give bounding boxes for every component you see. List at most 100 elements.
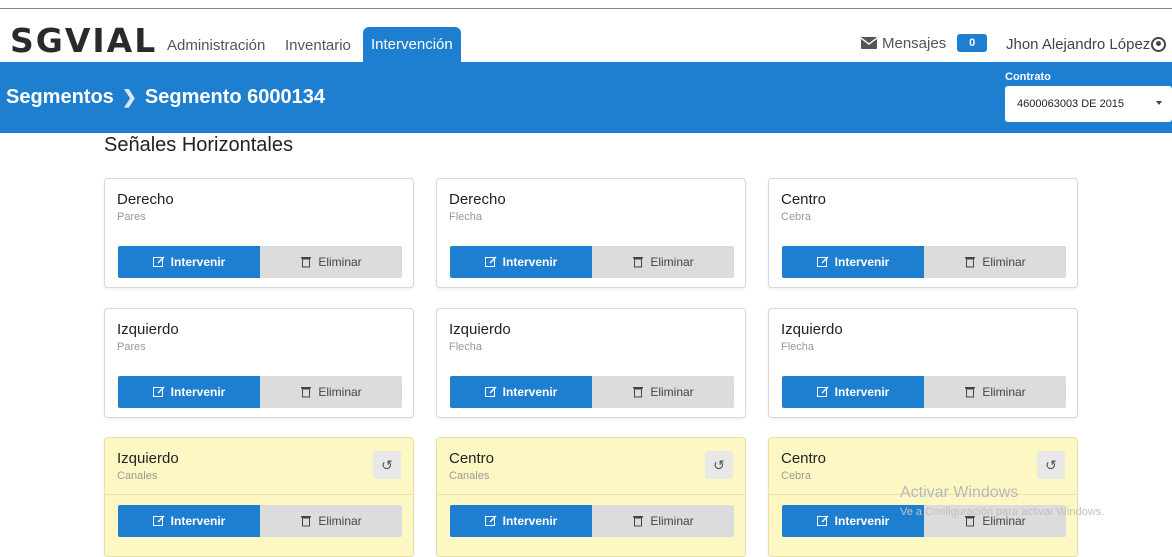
card-title: Centro: [781, 450, 827, 467]
signal-card: Izquierdo Pares Intervenir Eliminar: [104, 308, 414, 418]
intervene-label: Intervenir: [170, 385, 226, 399]
signal-card-pending: Izquierdo Canales ↺ Intervenir Eliminar: [104, 437, 414, 557]
edit-icon: [484, 256, 497, 267]
edit-icon: [484, 386, 497, 397]
trash-icon: [301, 257, 312, 268]
delete-button[interactable]: Eliminar: [260, 246, 402, 278]
card-subtitle: Canales: [117, 470, 158, 482]
envelope-icon: [861, 37, 877, 49]
card-subtitle: Pares: [117, 341, 146, 353]
intervene-label: Intervenir: [502, 385, 558, 399]
nav-administracion[interactable]: Administración: [167, 37, 265, 54]
card-subtitle: Cebra: [781, 211, 811, 223]
trash-icon: [633, 516, 644, 527]
nav-inventario[interactable]: Inventario: [285, 37, 351, 54]
caret-down-icon: [1156, 101, 1162, 105]
intervene-button[interactable]: Intervenir: [118, 505, 260, 537]
delete-button[interactable]: Eliminar: [260, 376, 402, 408]
card-divider: [105, 494, 413, 495]
intervene-label: Intervenir: [502, 255, 558, 269]
delete-label: Eliminar: [318, 255, 362, 269]
card-divider: [437, 494, 745, 495]
edit-icon: [484, 515, 497, 526]
trash-icon: [301, 387, 312, 398]
card-subtitle: Canales: [449, 470, 490, 482]
intervene-label: Intervenir: [834, 514, 890, 528]
app-logo[interactable]: SGVIAL: [10, 21, 157, 60]
card-title: Derecho: [117, 191, 174, 208]
messages-label: Mensajes: [882, 34, 947, 52]
intervene-button[interactable]: Intervenir: [782, 246, 924, 278]
user-circle-icon: [1151, 37, 1167, 52]
delete-label: Eliminar: [982, 255, 1026, 269]
signal-card: Izquierdo Flecha Intervenir Eliminar: [436, 308, 746, 418]
intervene-label: Intervenir: [834, 385, 890, 399]
undo-button[interactable]: ↺: [373, 451, 401, 479]
trash-icon: [965, 257, 976, 268]
delete-button[interactable]: Eliminar: [924, 246, 1066, 278]
edit-icon: [816, 256, 829, 267]
delete-label: Eliminar: [650, 514, 694, 528]
section-title: Señales Horizontales: [104, 134, 293, 156]
delete-label: Eliminar: [318, 514, 362, 528]
undo-button[interactable]: ↺: [705, 451, 733, 479]
signal-card: Izquierdo Flecha Intervenir Eliminar: [768, 308, 1078, 418]
undo-icon: ↺: [381, 456, 393, 473]
delete-button[interactable]: Eliminar: [260, 505, 402, 537]
delete-label: Eliminar: [650, 255, 694, 269]
contract-selected-value: 4600063003 DE 2015: [1017, 98, 1125, 110]
card-title: Centro: [449, 450, 495, 467]
intervene-label: Intervenir: [170, 255, 226, 269]
undo-button[interactable]: ↺: [1037, 451, 1065, 479]
messages-count-badge: 0: [957, 34, 988, 52]
contract-select[interactable]: 4600063003 DE 2015: [1005, 86, 1172, 122]
user-name: Jhon Alejandro López: [1006, 36, 1151, 53]
intervene-button[interactable]: Intervenir: [450, 376, 592, 408]
delete-button[interactable]: Eliminar: [592, 505, 734, 537]
intervene-button[interactable]: Intervenir: [450, 246, 592, 278]
intervene-button[interactable]: Intervenir: [118, 376, 260, 408]
card-subtitle: Flecha: [449, 341, 483, 353]
nav-intervencion[interactable]: Intervención: [363, 27, 461, 62]
breadcrumb: Segmentos ❯ Segmento 6000134: [6, 86, 325, 109]
delete-label: Eliminar: [318, 385, 362, 399]
intervene-label: Intervenir: [170, 514, 226, 528]
card-subtitle: Pares: [117, 211, 146, 223]
intervene-button[interactable]: Intervenir: [450, 505, 592, 537]
breadcrumb-current: Segmento 6000134: [144, 86, 326, 108]
delete-button[interactable]: Eliminar: [592, 246, 734, 278]
signal-card-pending: Centro Canales ↺ Intervenir Eliminar: [436, 437, 746, 557]
undo-icon: ↺: [713, 456, 725, 473]
card-subtitle: Cebra: [781, 470, 811, 482]
top-navbar: SGVIAL Administración Inventario Interve…: [0, 9, 1172, 62]
intervene-label: Intervenir: [502, 514, 558, 528]
intervene-button[interactable]: Intervenir: [118, 246, 260, 278]
breadcrumb-parent-link[interactable]: Segmentos: [6, 86, 114, 109]
user-menu[interactable]: Jhon Alejandro López: [1006, 36, 1167, 53]
trash-icon: [633, 257, 644, 268]
card-subtitle: Flecha: [781, 341, 815, 353]
edit-icon: [816, 515, 829, 526]
edit-icon: [816, 386, 829, 397]
windows-activation-title: Activar Windows: [900, 484, 1019, 501]
card-title: Izquierdo: [117, 450, 179, 467]
delete-button[interactable]: Eliminar: [592, 376, 734, 408]
signal-card: Centro Cebra Intervenir Eliminar: [768, 178, 1078, 288]
card-title: Izquierdo: [781, 321, 843, 338]
card-title: Centro: [781, 191, 827, 208]
trash-icon: [301, 516, 312, 527]
chevron-right-icon: ❯: [121, 87, 137, 107]
signal-card: Derecho Flecha Intervenir Eliminar: [436, 178, 746, 288]
card-title: Izquierdo: [449, 321, 511, 338]
delete-button[interactable]: Eliminar: [924, 376, 1066, 408]
delete-label: Eliminar: [982, 385, 1026, 399]
signal-card: Derecho Pares Intervenir Eliminar: [104, 178, 414, 288]
intervene-label: Intervenir: [834, 255, 890, 269]
intervene-button[interactable]: Intervenir: [782, 376, 924, 408]
delete-label: Eliminar: [650, 385, 694, 399]
card-subtitle: Flecha: [449, 211, 483, 223]
card-title: Derecho: [449, 191, 506, 208]
edit-icon: [152, 515, 165, 526]
undo-icon: ↺: [1045, 456, 1057, 473]
messages-link[interactable]: Mensajes 0: [861, 34, 988, 52]
